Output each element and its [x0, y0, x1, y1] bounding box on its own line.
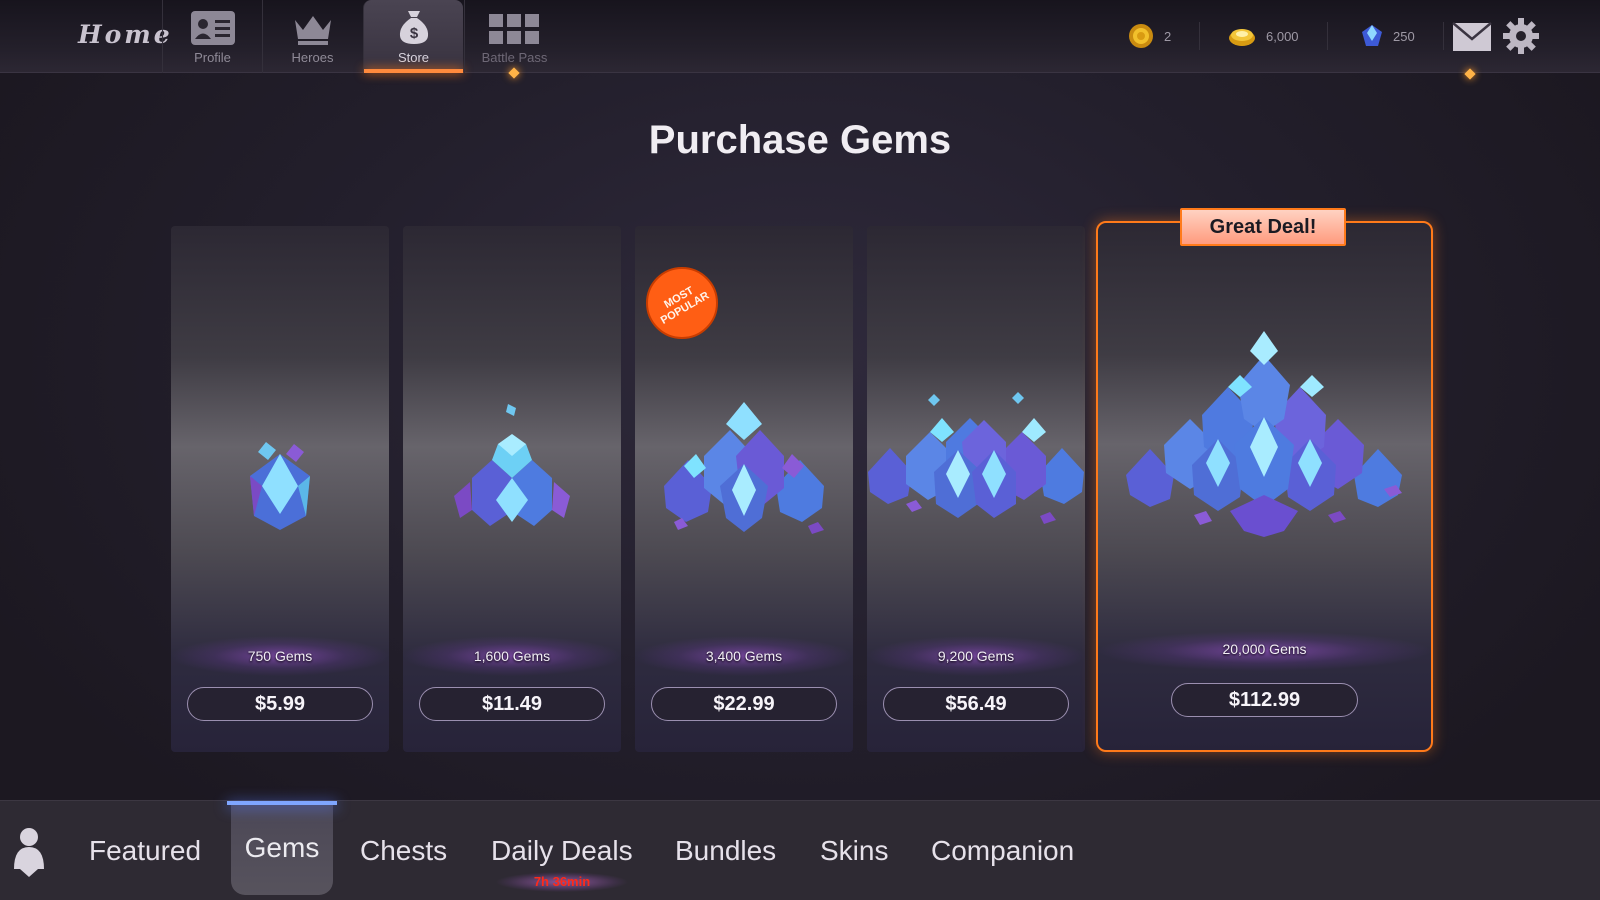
tab-profile-label: Profile [194, 50, 231, 65]
tab-battle-pass-label: Battle Pass [481, 50, 548, 65]
offer-amount: 9,200 Gems [937, 648, 1015, 664]
home-button[interactable]: Home [78, 20, 170, 54]
gear-icon[interactable] [1502, 17, 1540, 55]
offer-card-1600[interactable]: 1,600 Gems $11.49 [403, 226, 621, 752]
offer-amount: 750 Gems [247, 648, 313, 664]
tab-bundles[interactable]: Bundles [675, 801, 776, 900]
tab-companion[interactable]: Companion [931, 801, 1074, 900]
buy-button[interactable]: $56.49 [883, 687, 1069, 721]
buy-button[interactable]: $11.49 [419, 687, 605, 721]
money-bag-icon: $ [399, 11, 428, 44]
gem-pile-xlarge-icon [868, 392, 1084, 524]
tab-store-label: Store [397, 50, 430, 65]
mail-icon[interactable] [1452, 22, 1492, 52]
offer-amount: 1,600 Gems [473, 648, 551, 664]
buy-button[interactable]: $112.99 [1171, 683, 1358, 717]
offer-amount: 20,000 Gems [1222, 641, 1307, 657]
crown-icon [294, 16, 331, 45]
tab-battle-pass[interactable]: Battle Pass [464, 0, 564, 73]
battle-pass-icon [488, 14, 539, 44]
coin-counter: 2 [1128, 22, 1201, 50]
svg-text:$: $ [409, 25, 418, 42]
gem-counter: 250 [1361, 22, 1444, 50]
most-popular-badge: MOST POPULAR [646, 267, 718, 339]
store-category-bar: Featured Gems Chests Daily Deals Bundles… [0, 800, 1600, 900]
buy-button[interactable]: $5.99 [187, 687, 373, 721]
gem-icon [1362, 25, 1382, 46]
gold-counter: 6,000 [1228, 22, 1328, 50]
offer-card-9200[interactable]: 9,200 Gems $56.49 [867, 226, 1085, 752]
daily-deals-timer: 7h 36min [496, 872, 628, 892]
tab-skins[interactable]: Skins [820, 801, 888, 900]
offer-card-20000[interactable]: 20,000 Gems $112.99 [1096, 221, 1433, 752]
mail-notification-icon [1464, 68, 1476, 80]
tab-gems[interactable]: Gems [227, 801, 337, 895]
tab-profile[interactable]: Profile [162, 0, 262, 73]
top-navigation-bar: Home Profile Heroes $ Store Battle Pass … [0, 0, 1600, 80]
tab-chests[interactable]: Chests [360, 801, 447, 900]
page-title: Purchase Gems [648, 118, 952, 162]
great-deal-banner: Great Deal! [1180, 208, 1346, 246]
offer-amount: 3,400 Gems [705, 648, 783, 664]
gem-pile-small-icon [250, 442, 310, 530]
offer-card-750[interactable]: 750 Gems $5.99 [171, 226, 389, 752]
tab-featured[interactable]: Featured [89, 801, 201, 900]
tab-store[interactable]: $ Store [363, 0, 463, 73]
gem-pile-medium-icon [454, 404, 570, 526]
gem-value: 250 [1393, 28, 1415, 44]
coin-icon [1129, 24, 1153, 48]
buy-button[interactable]: $22.99 [651, 687, 837, 721]
tab-heroes-label: Heroes [291, 50, 334, 65]
gold-icon [1229, 29, 1255, 46]
profile-card-icon [190, 11, 235, 45]
coin-value: 2 [1164, 28, 1172, 44]
gem-pile-huge-icon [1126, 331, 1402, 537]
account-icon[interactable] [10, 825, 48, 877]
gold-value: 6,000 [1266, 28, 1299, 44]
tab-heroes[interactable]: Heroes [262, 0, 362, 73]
